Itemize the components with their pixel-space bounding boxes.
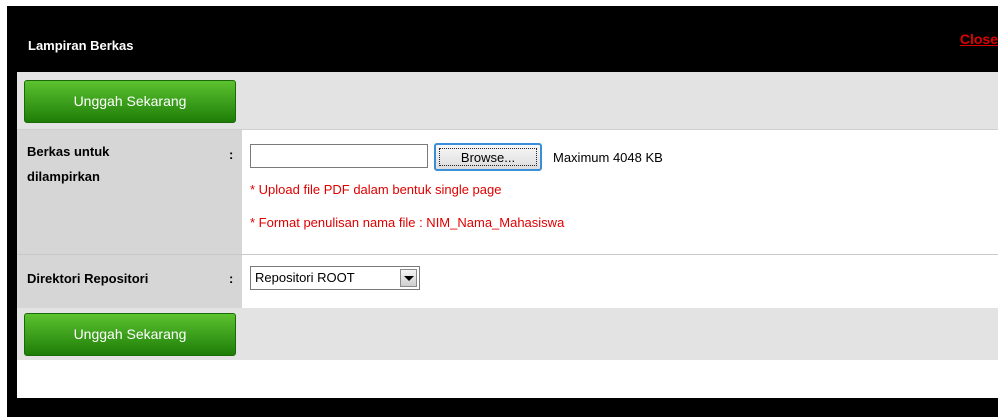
bottom-action-bar: Unggah Sekarang xyxy=(17,308,998,360)
close-link[interactable]: Close xyxy=(960,31,998,47)
directory-select[interactable]: Repositori ROOT xyxy=(250,266,420,290)
upload-now-button-bottom[interactable]: Unggah Sekarang xyxy=(24,313,236,356)
file-field-colon: : xyxy=(229,147,234,162)
upload-form: Berkas untuk dilampirkan : Browse... Max… xyxy=(17,130,998,308)
row-divider xyxy=(17,254,998,255)
directory-field-colon: : xyxy=(229,271,234,286)
chevron-down-icon[interactable] xyxy=(400,269,417,287)
file-path-input[interactable] xyxy=(250,144,428,168)
directory-select-value: Repositori ROOT xyxy=(255,270,355,285)
top-action-bar: Unggah Sekarang xyxy=(17,72,998,130)
upload-now-button-top[interactable]: Unggah Sekarang xyxy=(24,80,236,123)
max-size-text: Maximum 4048 KB xyxy=(553,150,663,165)
directory-field-label: Direktori Repositori xyxy=(27,271,149,286)
file-field-label-line1: Berkas untuk xyxy=(27,144,110,159)
dialog-title: Lampiran Berkas xyxy=(28,38,134,53)
file-field-label-line2: dilampirkan xyxy=(27,169,100,184)
dialog-content: Unggah Sekarang Berkas untuk dilampirkan… xyxy=(17,72,998,398)
upload-note-filename: * Format penulisan nama file : NIM_Nama_… xyxy=(250,215,565,230)
browse-button[interactable]: Browse... xyxy=(434,143,542,171)
dialog-titlebar: Lampiran Berkas Close xyxy=(7,6,998,72)
upload-note-pdf: * Upload file PDF dalam bentuk single pa… xyxy=(250,182,502,197)
browse-button-label: Browse... xyxy=(439,148,537,166)
attachment-dialog: Lampiran Berkas Close Unggah Sekarang Be… xyxy=(7,6,998,417)
